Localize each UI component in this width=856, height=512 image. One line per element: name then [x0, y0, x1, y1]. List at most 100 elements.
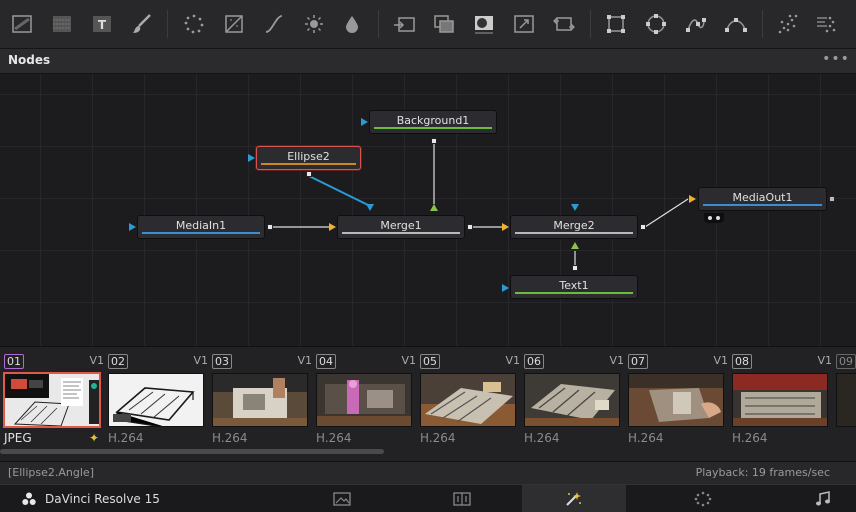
- background1-mask-input[interactable]: [361, 118, 368, 126]
- clip-codec: H.264: [732, 431, 768, 445]
- clip-08[interactable]: 08 V1 H.264: [732, 353, 832, 453]
- clip-04[interactable]: 04 V1 H.264: [316, 353, 416, 453]
- merge1-effect-mask-input[interactable]: [366, 204, 374, 211]
- particle-emitter-icon[interactable]: [776, 12, 800, 36]
- edit-page-icon: [453, 492, 471, 506]
- clip-codec: H.264: [108, 431, 144, 445]
- particle-render-icon[interactable]: [814, 12, 838, 36]
- clip-thumbnail: [836, 373, 856, 427]
- ellipse-mask-icon[interactable]: [644, 12, 668, 36]
- paint-tool-icon[interactable]: [130, 12, 154, 36]
- merge1-output-port[interactable]: [467, 224, 473, 230]
- merge2-background-input[interactable]: [502, 223, 509, 231]
- channel-boolean-tool-icon[interactable]: [432, 12, 456, 36]
- ellipse2-output-port[interactable]: [306, 171, 312, 177]
- merge-tool-icon[interactable]: [392, 12, 416, 36]
- clip-07[interactable]: 07 V1 H.264: [628, 353, 728, 453]
- node-label: Merge2: [553, 219, 595, 232]
- transform-tool-icon[interactable]: [552, 12, 576, 36]
- clip-codec: H.264: [524, 431, 560, 445]
- text1-output-port[interactable]: [572, 265, 578, 271]
- mediain1-mask-input[interactable]: [129, 223, 136, 231]
- davinci-resolve-logo-icon: [22, 492, 36, 505]
- matte-control-tool-icon[interactable]: [472, 12, 496, 36]
- node-background1[interactable]: Background1: [369, 110, 497, 134]
- blur-tool-icon[interactable]: [340, 12, 364, 36]
- clip-strip-scrollbar[interactable]: [0, 449, 384, 454]
- clip-thumbnail: [3, 372, 101, 428]
- clip-number: 02: [108, 354, 128, 369]
- media-page-icon: [333, 492, 351, 506]
- viewer-indicator-icon[interactable]: [704, 213, 724, 223]
- app-name: DaVinci Resolve 15: [45, 492, 160, 506]
- node-label: Text1: [559, 279, 589, 292]
- tool-toolbar: T: [0, 0, 856, 49]
- fast-noise-tool-icon[interactable]: [50, 12, 74, 36]
- clip-number: 03: [212, 354, 232, 369]
- rectangle-mask-icon[interactable]: [604, 12, 628, 36]
- node-ellipse2[interactable]: Ellipse2: [256, 146, 361, 170]
- text-tool-icon[interactable]: T: [90, 12, 114, 36]
- node-color-bar: [374, 127, 492, 129]
- clip-number: 07: [628, 354, 648, 369]
- color-corrector-tool-icon[interactable]: [222, 12, 246, 36]
- node-color-bar: [261, 163, 356, 165]
- mediaout1-output-port[interactable]: [829, 196, 835, 202]
- resize-tool-icon[interactable]: [512, 12, 536, 36]
- clip-thumbnail: [108, 373, 204, 427]
- panel-title: Nodes: [8, 53, 51, 67]
- merge2-output-port[interactable]: [640, 224, 646, 230]
- clip-number: 05: [420, 354, 440, 369]
- clip-number: 06: [524, 354, 544, 369]
- node-merge2[interactable]: Merge2: [510, 215, 638, 239]
- clip-codec: H.264: [212, 431, 248, 445]
- node-canvas[interactable]: Background1 Ellipse2 MediaIn1 Merge1 Mer…: [0, 74, 856, 346]
- wire-ellipse2-merge1: [308, 175, 369, 206]
- sparkle-icon: ✦: [89, 431, 100, 445]
- clip-01[interactable]: 01 V1 JPEG ✦: [3, 353, 104, 453]
- clip-track: V1: [609, 354, 624, 367]
- clip-05[interactable]: 05 V1 H.264: [420, 353, 520, 453]
- clip-number: 08: [732, 354, 752, 369]
- brightness-contrast-tool-icon[interactable]: [302, 12, 326, 36]
- fusion-page-tab[interactable]: [522, 485, 626, 512]
- clip-track: V1: [713, 354, 728, 367]
- merge2-effect-mask-input[interactable]: [571, 204, 579, 211]
- clip-06[interactable]: 06 V1 H.264: [524, 353, 624, 453]
- node-text1[interactable]: Text1: [510, 275, 638, 299]
- merge1-background-input[interactable]: [329, 223, 336, 231]
- clip-thumbnail: [524, 373, 620, 427]
- particles-tool-icon[interactable]: [182, 12, 206, 36]
- node-color-bar: [342, 232, 460, 234]
- clip-03[interactable]: 03 V1 H.264: [212, 353, 312, 453]
- clip-codec: H.264: [316, 431, 352, 445]
- wire-merge2-mediaout1: [644, 198, 689, 228]
- text1-mask-input[interactable]: [502, 284, 509, 292]
- svg-text:T: T: [98, 18, 107, 32]
- node-mediaout1[interactable]: MediaOut1: [698, 187, 827, 211]
- node-merge1[interactable]: Merge1: [337, 215, 465, 239]
- clip-thumbnail: [628, 373, 724, 427]
- color-page-tab[interactable]: [652, 485, 756, 512]
- fairlight-page-tab[interactable]: [772, 485, 856, 512]
- color-curves-tool-icon[interactable]: [262, 12, 286, 36]
- clip-02[interactable]: 02 V1 H.264: [108, 353, 208, 453]
- background1-output-port[interactable]: [431, 138, 437, 144]
- node-color-bar: [515, 232, 633, 234]
- merge1-foreground-input[interactable]: [430, 204, 438, 211]
- merge2-foreground-input[interactable]: [571, 242, 579, 249]
- media-page-tab[interactable]: [291, 485, 395, 512]
- mediain1-output-port[interactable]: [267, 224, 273, 230]
- clip-number: 09: [836, 354, 856, 369]
- mediaout1-input[interactable]: [689, 195, 696, 203]
- ellipse2-mask-input[interactable]: [248, 154, 255, 162]
- node-mediain1[interactable]: MediaIn1: [137, 215, 265, 239]
- panel-options-menu-button[interactable]: •••: [822, 50, 850, 70]
- background-tool-icon[interactable]: [10, 12, 34, 36]
- bspline-mask-icon[interactable]: [724, 12, 748, 36]
- polygon-mask-icon[interactable]: [684, 12, 708, 36]
- clip-track: V1: [89, 354, 104, 367]
- edit-page-tab[interactable]: [411, 485, 515, 512]
- clip-09[interactable]: 09: [836, 353, 856, 453]
- node-label: Ellipse2: [287, 150, 330, 163]
